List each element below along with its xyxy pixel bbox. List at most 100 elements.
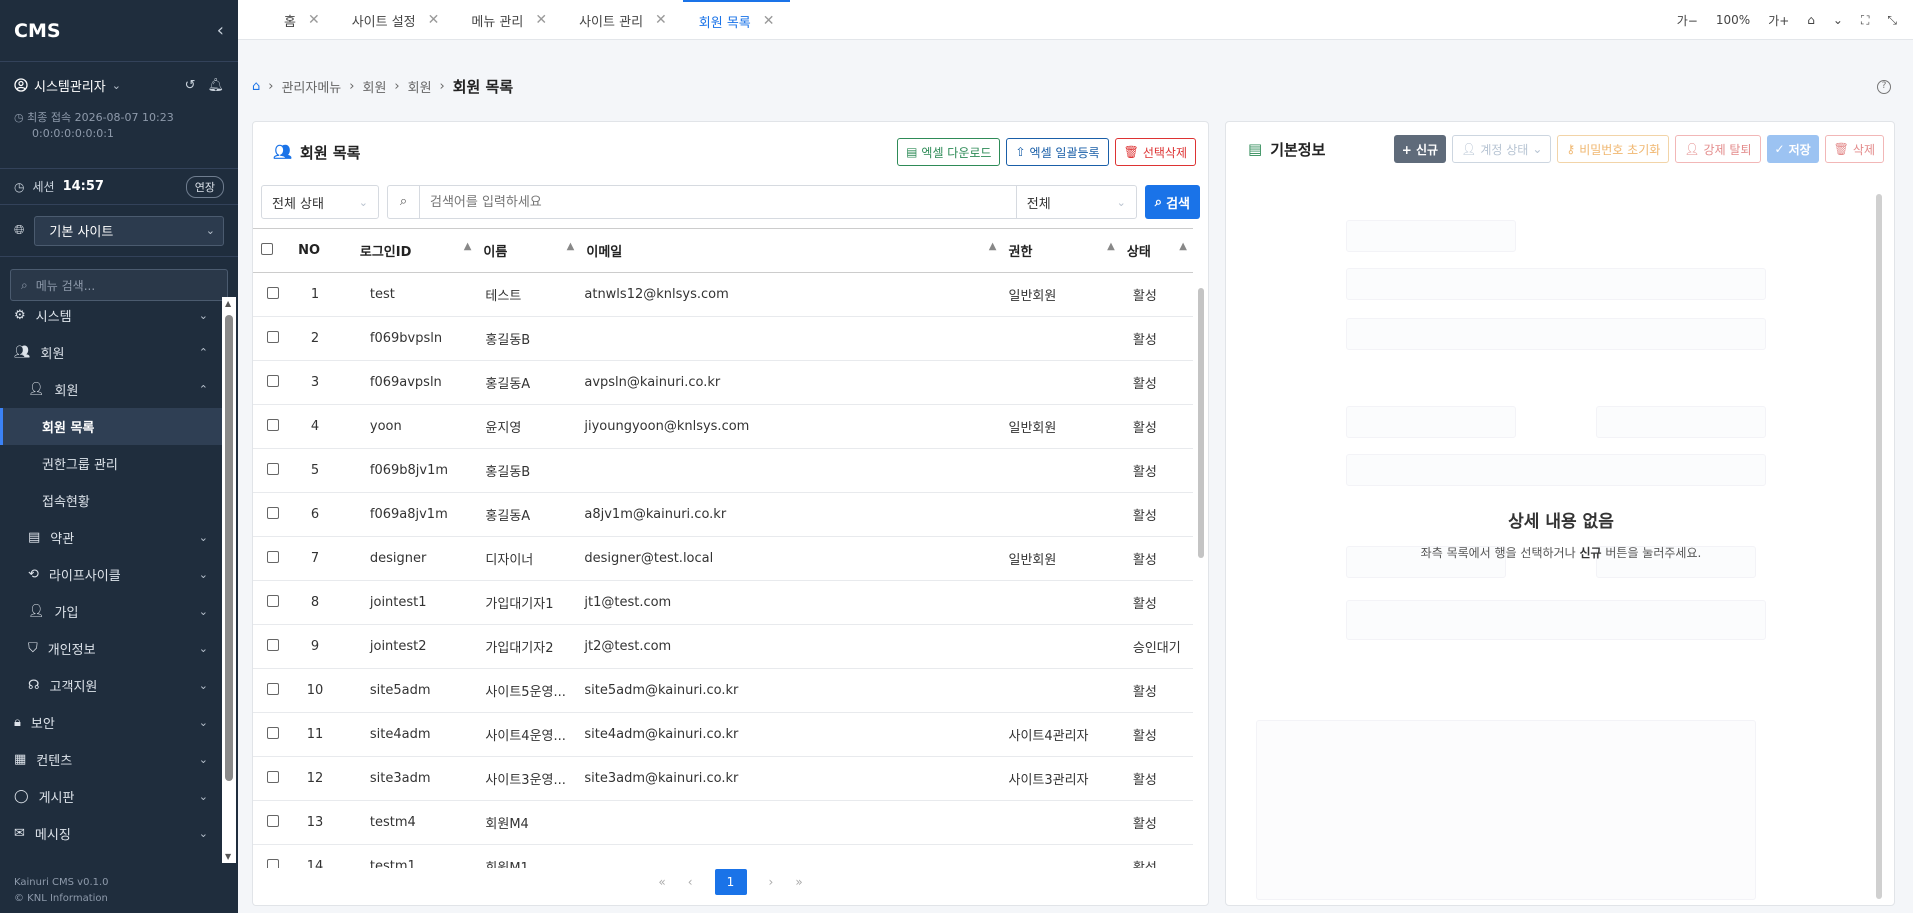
home-icon[interactable]: ⌂ (252, 79, 260, 94)
row-checkbox[interactable] (267, 726, 279, 739)
sidebar-item-join[interactable]: 👤︎ 가입 ⌄ (0, 593, 222, 630)
col-no[interactable]: NO (292, 228, 354, 273)
close-icon[interactable]: ✕ (428, 12, 440, 28)
table-row[interactable]: 8 jointest1 가입대기자1 jt1@test.com 활성 (253, 580, 1193, 625)
tab-site-manage[interactable]: 사이트 관리 ✕ (563, 0, 683, 40)
scroll-up-icon[interactable]: ▲ (225, 299, 231, 308)
table-row[interactable]: 12 site3adm 사이트3운영... site3adm@kainuri.co.k… (253, 756, 1193, 801)
row-checkbox[interactable] (267, 858, 279, 868)
sidebar-item-member-sub[interactable]: 👤︎ 회원 ⌃ (0, 371, 222, 408)
site-select[interactable]: 기본 사이트 ⌄ (34, 215, 224, 246)
detail-scrollbar[interactable] (1874, 182, 1884, 899)
row-checkbox[interactable] (267, 682, 279, 695)
home-icon[interactable]: ⌂ (1807, 13, 1815, 27)
row-checkbox[interactable] (267, 462, 279, 475)
extend-session-button[interactable]: 연장 (185, 175, 224, 198)
row-checkbox[interactable] (267, 638, 279, 651)
search-input[interactable] (420, 194, 1016, 210)
row-checkbox[interactable] (267, 770, 279, 783)
row-checkbox[interactable] (267, 286, 279, 299)
col-login-id[interactable]: 로그인ID ▲ (353, 228, 478, 273)
tab-home[interactable]: 홈 ✕ (268, 0, 336, 40)
new-button[interactable]: + 신규 (1393, 135, 1447, 163)
sidebar-item-contents[interactable]: ▦ 컨텐츠 ⌄ (0, 741, 222, 778)
collapse-sidebar-icon[interactable]: ‹ (217, 20, 224, 41)
last-page-icon[interactable]: » (795, 875, 802, 889)
table-row[interactable]: 3 f069avpsln 홍길동A avpsln@kainuri.co.kr 활성 (253, 360, 1193, 405)
status-filter-select[interactable]: 전체 상태 ⌄ (261, 185, 379, 219)
excel-download-button[interactable]: ▤ 엑셀 다운로드 (897, 138, 1001, 166)
scroll-down-icon[interactable]: ▼ (225, 852, 231, 861)
table-scroll-thumb[interactable] (1198, 288, 1204, 558)
table-row[interactable]: 13 testm4 회원M4 활성 (253, 800, 1193, 845)
page-number[interactable]: 1 (714, 869, 747, 895)
sidebar-item-member-list[interactable]: 회원 목록 (0, 408, 222, 445)
sidebar-item-perm-group[interactable]: 권한그룹 관리 (0, 445, 222, 482)
col-role[interactable]: 권한 ▲ (1002, 228, 1121, 273)
tab-member-list[interactable]: 회원 목록 ✕ (682, 0, 791, 40)
table-row[interactable]: 11 site4adm 사이트4운영... site4adm@kainuri.co.k… (253, 712, 1193, 757)
close-icon[interactable]: ✕ (655, 12, 667, 28)
fullscreen-icon[interactable]: ⛶ (1861, 13, 1869, 28)
detail-scroll-thumb[interactable] (1876, 194, 1882, 899)
col-status[interactable]: 상태 ▲ (1120, 228, 1193, 273)
breadcrumb-item[interactable]: 회원 (408, 77, 432, 96)
minimize-icon[interactable]: ⤡ (1887, 13, 1897, 28)
save-button[interactable]: ✓ 저장 (1766, 135, 1819, 163)
close-icon[interactable]: ✕ (535, 12, 547, 28)
table-row[interactable]: 4 yoon 윤지영 jiyoungyoon@knlsys.com 일반회원 활성 (253, 404, 1193, 449)
search-field-select[interactable]: 전체 ⌄ (1015, 186, 1136, 218)
table-row[interactable]: 10 site5adm 사이트5운영... site5adm@kainuri.co.k… (253, 668, 1193, 713)
row-checkbox[interactable] (267, 418, 279, 431)
reset-password-button[interactable]: ⚷ 비밀번호 초기화 (1557, 135, 1670, 163)
select-all-checkbox[interactable] (261, 242, 273, 255)
sidebar-item-lifecycle[interactable]: ⟲ 라이프사이클 ⌄ (0, 556, 222, 593)
sidebar-item-privacy[interactable]: ⛉ 개인정보 ⌄ (0, 630, 222, 667)
table-row[interactable]: 14testm1회원M1 활성 (253, 844, 1193, 868)
col-name[interactable]: 이름 ▲ (477, 228, 581, 273)
force-withdraw-button[interactable]: 👤︎ 강제 탈퇴 (1675, 135, 1761, 163)
font-decrease-button[interactable]: 가− (1677, 12, 1698, 29)
font-increase-button[interactable]: 가+ (1768, 12, 1789, 29)
row-checkbox[interactable] (267, 594, 279, 607)
sidebar-item-system[interactable]: ⚙ 시스템 ⌄ (0, 297, 222, 334)
sidebar-item-member[interactable]: 👥︎ 회원 ⌃ (0, 334, 222, 371)
close-icon[interactable]: ✕ (308, 12, 320, 28)
sidebar-item-access[interactable]: 접속현황 (0, 482, 222, 519)
excel-upload-button[interactable]: ⇧ 엑셀 일괄등록 (1006, 138, 1109, 166)
first-page-icon[interactable]: « (658, 875, 665, 889)
history-icon[interactable]: ↺ (185, 78, 196, 93)
search-button[interactable]: ⌕ 검색 (1144, 185, 1200, 219)
tab-menu-manage[interactable]: 메뉴 관리 ✕ (455, 0, 563, 40)
table-row[interactable]: 9 jointest2 가입대기자2 jt2@test.com 승인대기 (253, 624, 1193, 669)
table-row[interactable]: 1 test 테스트 atnwls12@knlsys.com 일반회원 활성 (253, 272, 1193, 317)
delete-selected-button[interactable]: 🗑︎ 선택삭제 (1114, 138, 1196, 166)
table-row[interactable]: 5 f069b8jv1m 홍길동B 활성 (253, 448, 1193, 493)
row-checkbox[interactable] (267, 550, 279, 563)
help-icon[interactable]: ? (1877, 80, 1891, 94)
sidebar-item-security[interactable]: 🔒︎ 보안 ⌄ (0, 704, 222, 741)
tab-site-settings[interactable]: 사이트 설정 ✕ (336, 0, 456, 40)
breadcrumb-item[interactable]: 회원 (362, 77, 386, 96)
sidebar-item-message[interactable]: ✉ 메시징 ⌄ (0, 815, 222, 852)
sidebar-scroll-thumb[interactable] (225, 315, 233, 781)
table-row[interactable]: 2 f069bvpsln 홍길동B 활성 (253, 316, 1193, 361)
table-row[interactable]: 6 f069a8jv1m 홍길동A a8jv1m@kainuri.co.kr 활성 (253, 492, 1193, 537)
close-icon[interactable]: ✕ (763, 13, 775, 29)
breadcrumb-item[interactable]: 관리자메뉴 (281, 77, 341, 96)
next-page-icon[interactable]: › (769, 875, 774, 889)
row-checkbox[interactable] (267, 330, 279, 343)
col-email[interactable]: 이메일 ▲ (580, 228, 1003, 273)
table-row[interactable]: 7 designer 디자이너 designer@test.local 일반회원 활성 (253, 536, 1193, 581)
delete-button[interactable]: 🗑︎ 삭제 (1824, 135, 1884, 163)
row-checkbox[interactable] (267, 814, 279, 827)
account-status-button[interactable]: 👤︎ 계정 상태 ⌄ (1452, 135, 1552, 163)
bell-icon[interactable]: 🔔︎ (207, 78, 224, 93)
sidebar-item-board[interactable]: ◯ 게시판 ⌄ (0, 778, 222, 815)
chevron-down-icon[interactable]: ⌄ (1833, 13, 1843, 27)
row-checkbox[interactable] (267, 374, 279, 387)
sidebar-item-terms[interactable]: ▤ 약관 ⌄ (0, 519, 222, 556)
user-menu[interactable]: 시스템관리자 ⌄ (14, 76, 121, 95)
sidebar-item-support[interactable]: ☊ 고객지원 ⌄ (0, 667, 222, 704)
prev-page-icon[interactable]: ‹ (688, 875, 693, 889)
